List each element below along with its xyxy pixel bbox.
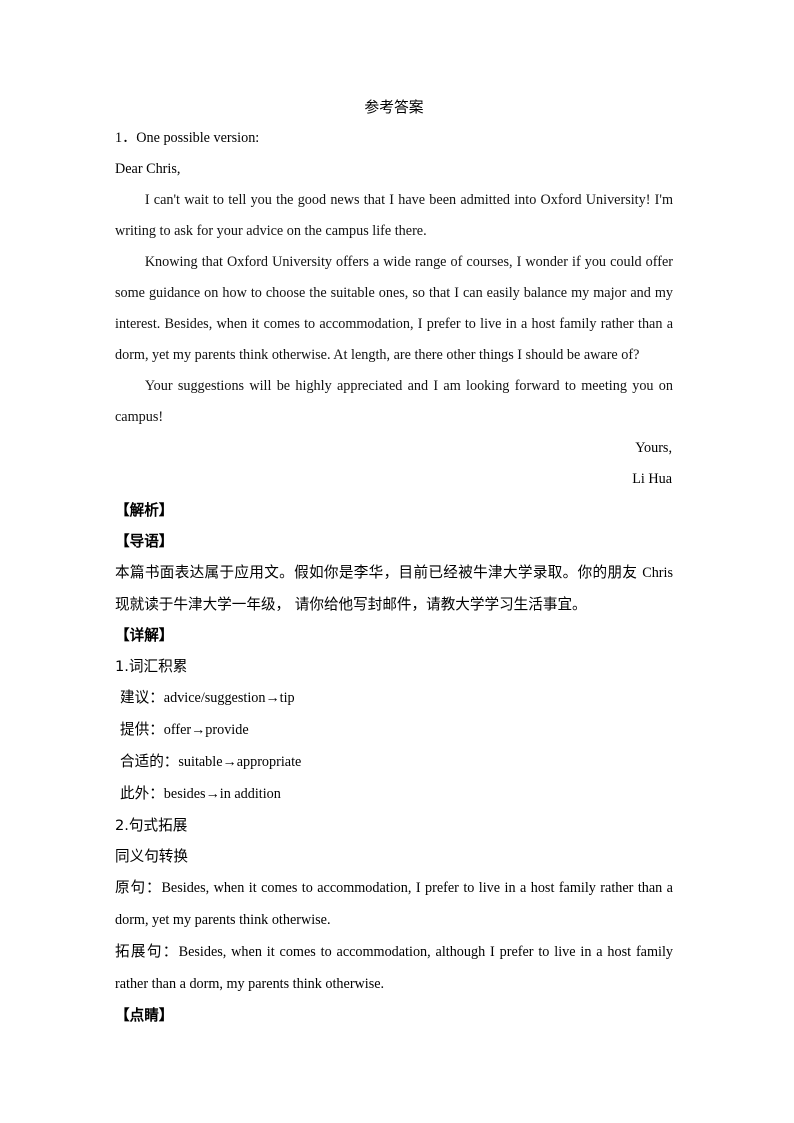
expanded-sentence-value: Besides, when it comes to accommodation,… [115, 944, 673, 992]
guide-heading: 【导语】 [115, 533, 174, 550]
guide-text-name: Chris [642, 565, 673, 581]
vocab-item-1: 提供：offer→provide [115, 714, 673, 746]
original-sentence-value: Besides, when it comes to accommodation,… [115, 880, 673, 928]
letter-paragraph-3: Your suggestions will be highly apprecia… [115, 378, 673, 425]
original-sentence-label: 原句： [115, 879, 162, 896]
section-2-title: 2.句式拓展 [115, 817, 188, 834]
expanded-sentence-label: 拓展句： [115, 943, 179, 960]
vocab-item-3: 此外：besides→in addition [115, 778, 673, 810]
section-1-title: 1.词汇积累 [115, 658, 188, 675]
vocab-value: offer→provide [163, 722, 249, 738]
vocab-label: 建议： [120, 689, 164, 706]
vocab-label: 此外： [120, 785, 164, 802]
letter-closing: Yours, [635, 440, 672, 456]
original-sentence: 原句：Besides, when it comes to accommodati… [115, 872, 673, 936]
guide-text: 本篇书面表达属于应用文。假如你是李华，目前已经被牛津大学录取。你的朋友 Chri… [115, 557, 673, 620]
page-title: 参考答案 [364, 99, 424, 116]
analysis-heading: 【解析】 [115, 502, 174, 519]
detail-heading: 【详解】 [115, 627, 174, 644]
document-page: 参考答案 1．One possible version: Dear Chris,… [0, 0, 794, 1123]
document-content: 参考答案 1．One possible version: Dear Chris,… [115, 92, 673, 1031]
answer-number-label: 1．One possible version: [115, 130, 260, 146]
letter-paragraph-2: Knowing that Oxford University offers a … [115, 254, 673, 363]
vocab-value: suitable→appropriate [178, 754, 302, 770]
vocab-value: advice/suggestion→tip [163, 690, 295, 706]
letter-signature: Li Hua [632, 471, 672, 487]
vocab-label: 提供： [120, 721, 164, 738]
vocab-item-0: 建议：advice/suggestion→tip [115, 682, 673, 714]
expanded-sentence: 拓展句：Besides, when it comes to accommodat… [115, 936, 673, 1000]
highlight-heading: 【点睛】 [115, 1007, 174, 1024]
letter-salutation: Dear Chris, [115, 161, 181, 177]
guide-text-after: 现就读于牛津大学一年级， 请你给他写封邮件，请教大学学习生活事宜。 [115, 596, 587, 613]
letter-paragraph-1: I can't wait to tell you the good news t… [115, 192, 673, 239]
vocab-label: 合适的： [120, 753, 179, 770]
guide-text-before: 本篇书面表达属于应用文。假如你是李华，目前已经被牛津大学录取。你的朋友 [115, 564, 643, 581]
vocab-value: besides→in addition [163, 786, 281, 802]
section-2-subtitle: 同义句转换 [115, 848, 188, 865]
vocab-item-2: 合适的：suitable→appropriate [115, 746, 673, 778]
